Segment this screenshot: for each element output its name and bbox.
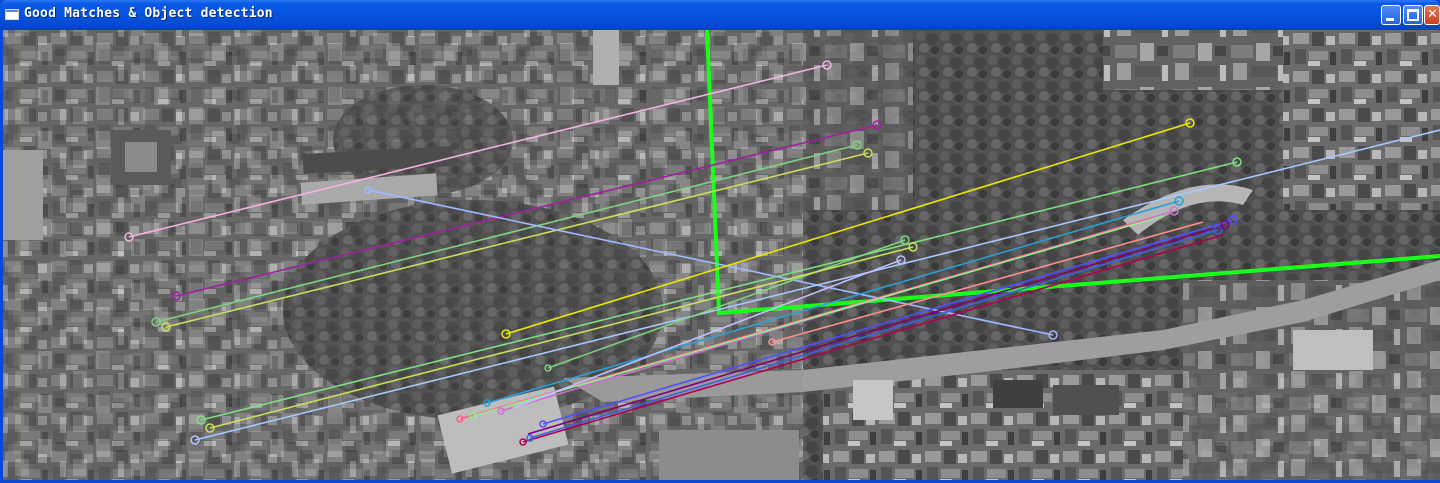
minimize-icon bbox=[1386, 18, 1394, 21]
app-window-icon bbox=[5, 9, 19, 20]
minimize-button[interactable] bbox=[1381, 5, 1401, 25]
aerial-query-image bbox=[3, 30, 803, 480]
title-bar[interactable]: Good Matches & Object detection ✕ bbox=[0, 0, 1440, 30]
close-button[interactable]: ✕ bbox=[1424, 5, 1440, 25]
image-canvas bbox=[3, 30, 1440, 480]
matches-image bbox=[3, 30, 1440, 480]
close-icon: ✕ bbox=[1427, 7, 1438, 22]
window-title: Good Matches & Object detection bbox=[24, 6, 273, 21]
app-window: Good Matches & Object detection ✕ bbox=[0, 0, 1440, 483]
maximize-icon bbox=[1407, 9, 1419, 21]
maximize-button[interactable] bbox=[1403, 5, 1423, 25]
